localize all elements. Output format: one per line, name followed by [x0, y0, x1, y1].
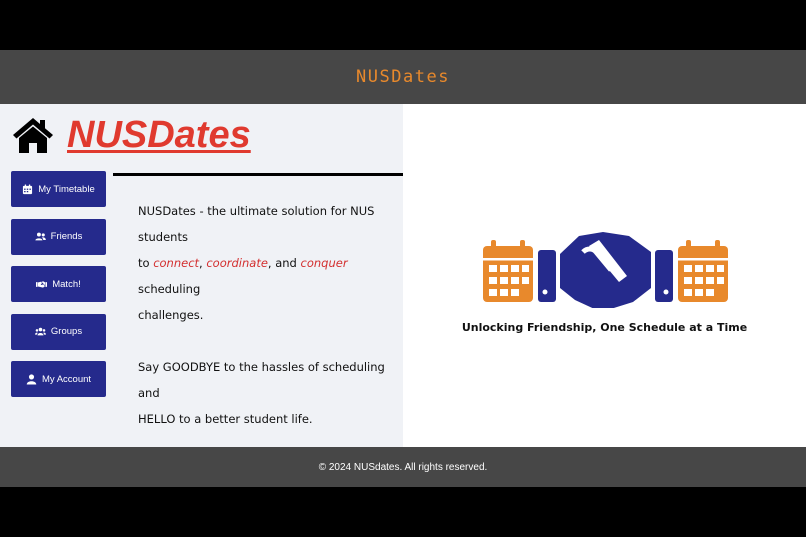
intro-scheduling: scheduling	[138, 282, 201, 296]
footer-bar: © 2024 NUSdates. All rights reserved.	[0, 447, 806, 487]
match-button[interactable]: Match!	[11, 266, 106, 302]
handshake-icon	[36, 280, 48, 288]
intro-text: NUSDates - the ultimate solution for NUS…	[138, 198, 400, 432]
hero-tagline: Unlocking Friendship, One Schedule at a …	[461, 321, 748, 334]
goodbye-line: Say GOODBYE to the hassles of scheduling…	[138, 360, 385, 400]
handshake-logo-icon	[538, 232, 673, 308]
top-header-bar: NUSDates	[0, 50, 806, 104]
highlight-connect: connect	[153, 256, 200, 270]
intro-line-2: to connect, coordinate, and conquer sche…	[138, 250, 400, 302]
my-account-label: My Account	[41, 373, 92, 385]
intro-line-3: challenges.	[138, 308, 204, 322]
friends-button[interactable]: Friends	[11, 218, 106, 255]
left-calendar-icon	[483, 240, 533, 302]
highlight-coordinate: coordinate	[206, 256, 268, 270]
user-icon	[26, 373, 37, 385]
house-icon	[13, 118, 53, 153]
hero-logo: Unlocking Friendship, One Schedule at a …	[403, 104, 806, 447]
my-timetable-label: My Timetable	[38, 183, 95, 195]
brand-title[interactable]: NUSDates	[67, 116, 251, 154]
users-icon	[34, 327, 46, 336]
right-calendar-icon	[678, 240, 728, 302]
brand[interactable]: NUSDates	[11, 116, 251, 154]
hero-panel: Unlocking Friendship, One Schedule at a …	[403, 104, 806, 447]
groups-label: Groups	[50, 326, 83, 337]
left-panel: NUSDates My Timetable Friends Match! Gro…	[0, 104, 403, 447]
my-timetable-button[interactable]: My Timetable	[11, 171, 106, 207]
match-label: Match!	[52, 278, 81, 290]
friends-label: Friends	[50, 231, 83, 242]
highlight-conquer: conquer	[300, 256, 348, 270]
calendar-handshake-logo-icon	[483, 232, 728, 308]
groups-button[interactable]: Groups	[11, 313, 106, 350]
divider	[113, 173, 403, 176]
user-group-icon	[35, 232, 46, 241]
hello-line: HELLO to a better student life.	[138, 412, 313, 426]
footer-copyright: © 2024 NUSdates. All rights reserved.	[318, 461, 488, 473]
header-title: NUSDates	[356, 67, 450, 87]
intro-and: , and	[267, 256, 301, 270]
my-account-button[interactable]: My Account	[11, 361, 106, 397]
calendar-icon	[23, 183, 33, 194]
sidebar-nav: My Timetable Friends Match! Groups My Ac…	[11, 171, 106, 409]
intro-line-1: NUSDates - the ultimate solution for NUS…	[138, 204, 375, 244]
intro-to: to	[138, 256, 154, 270]
